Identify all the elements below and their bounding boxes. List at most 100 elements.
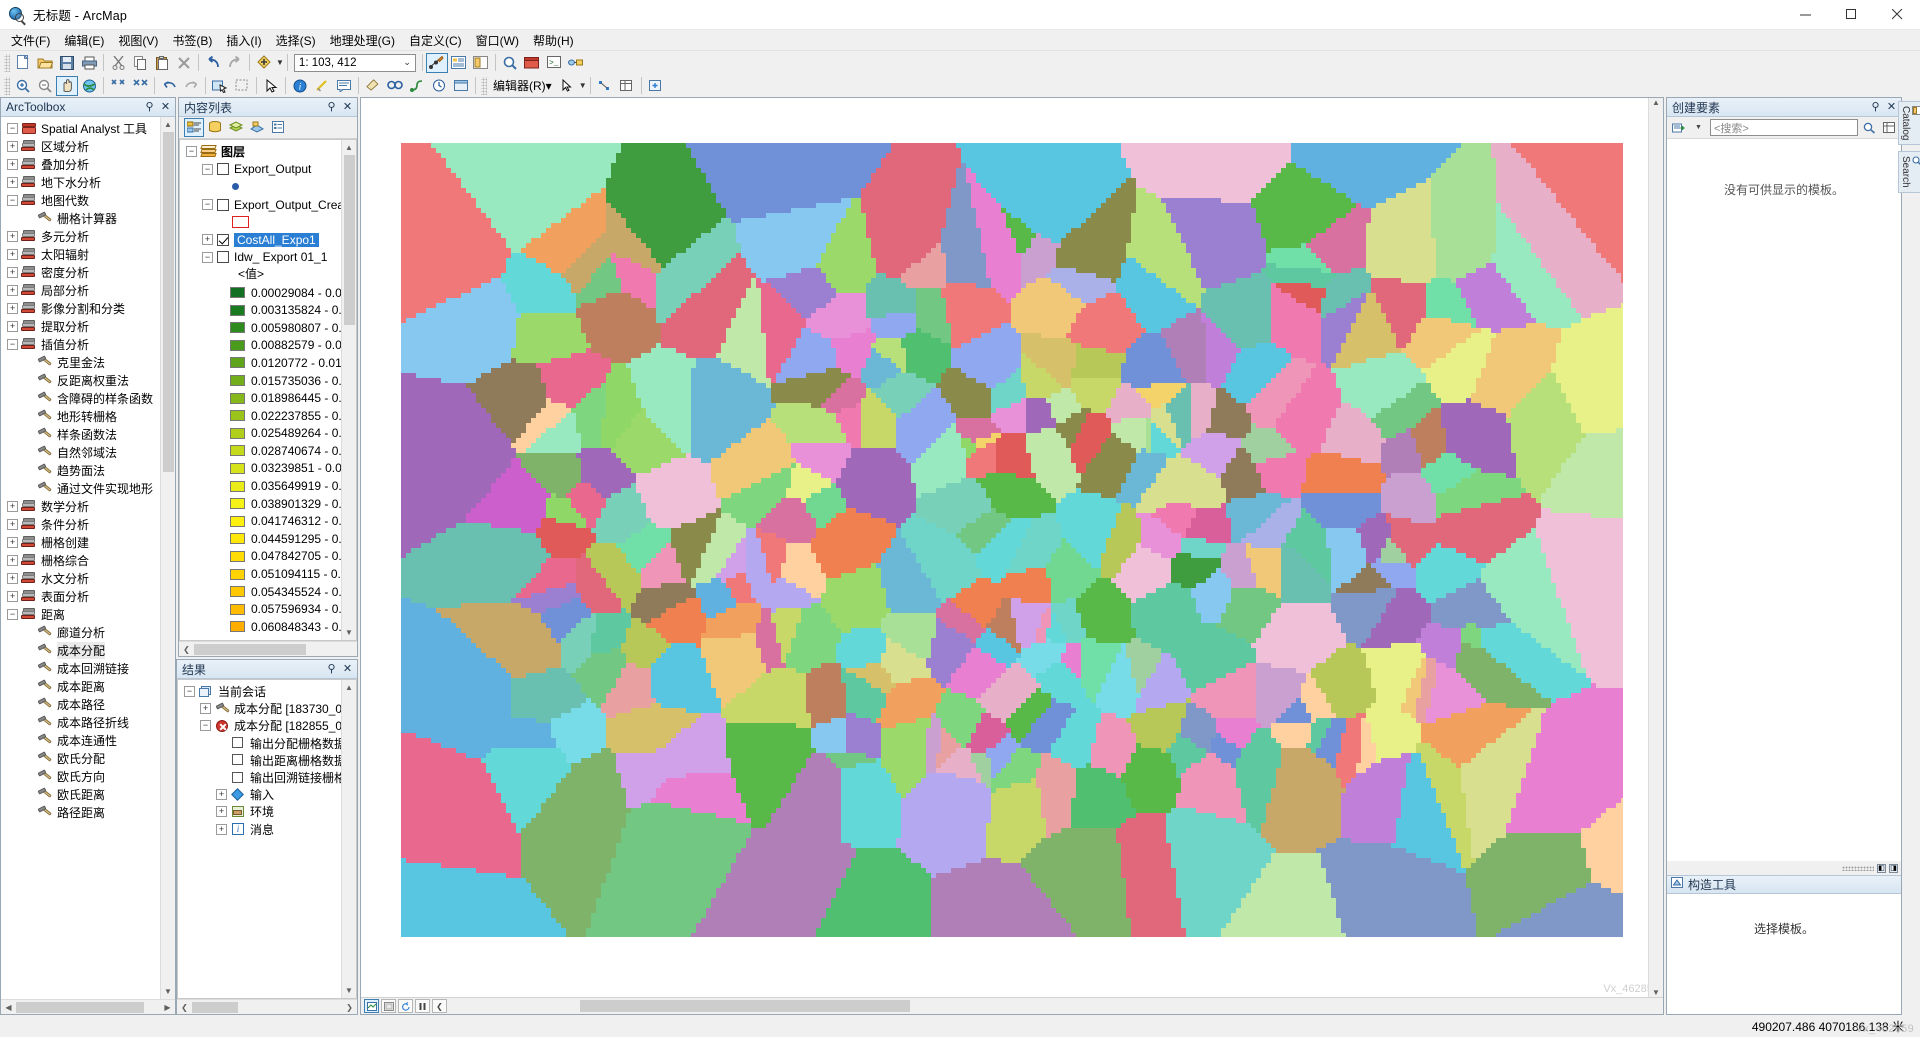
open-folder-icon[interactable] (34, 53, 56, 73)
legend-color-swatch[interactable] (230, 480, 245, 492)
legend-item[interactable]: 0.025489264 - 0.0 (180, 425, 341, 443)
toolbox-tree-item[interactable]: + 局部分析 (1, 281, 175, 299)
toolbox-tree-item[interactable]: 成本分配 (1, 641, 175, 659)
legend-item[interactable]: 0.047842705 - 0.0 (180, 548, 341, 566)
print-icon[interactable] (78, 53, 100, 73)
menu-geoprocessing[interactable]: 地理处理(G) (323, 30, 402, 51)
menu-insert[interactable]: 插入(I) (219, 30, 268, 51)
scroll-thumb[interactable] (192, 1001, 238, 1013)
scroll-up-icon[interactable]: ▲ (341, 140, 356, 155)
go-back-extent-icon[interactable] (158, 76, 180, 96)
toolbox-tree-item[interactable]: + 数学分析 (1, 497, 175, 515)
scroll-left-button[interactable]: ❮ (432, 999, 447, 1013)
edit-tool-icon[interactable] (556, 76, 578, 96)
search-icon[interactable] (499, 53, 521, 73)
toolbox-tree-item[interactable]: + 表面分析 (1, 587, 175, 605)
toc-layer-row[interactable]: − Export_Output_Creat (180, 196, 341, 214)
arctoolbox-vscrollbar[interactable]: ▲ ▼ (160, 117, 175, 999)
expand-icon[interactable]: + (7, 554, 18, 566)
expand-icon[interactable]: + (7, 284, 18, 296)
toolbox-tree-item[interactable]: + 提取分析 (1, 317, 175, 335)
legend-color-swatch[interactable] (230, 498, 245, 510)
collapse-icon[interactable]: − (7, 338, 18, 350)
chevron-down-icon[interactable]: ⌄ (403, 57, 411, 68)
select-elements-icon[interactable] (260, 76, 282, 96)
expand-icon[interactable]: + (202, 234, 213, 246)
close-button[interactable] (1874, 0, 1920, 30)
collapse-icon[interactable]: − (202, 163, 213, 175)
pan-icon[interactable] (56, 75, 78, 96)
editor-menu-button[interactable]: 编辑器(R)▾ (489, 77, 556, 94)
legend-color-swatch[interactable] (230, 410, 245, 422)
collapse-icon[interactable]: − (7, 608, 18, 620)
legend-color-swatch[interactable] (230, 392, 245, 404)
legend-color-swatch[interactable] (230, 339, 245, 351)
toolbox-tree-item[interactable]: 含障碍的样条函数 (1, 389, 175, 407)
legend-item[interactable]: 0.0120772 - 0.015 (180, 354, 341, 372)
layer-visibility-checkbox[interactable] (217, 198, 229, 211)
layer-visibility-checkbox[interactable] (217, 251, 229, 264)
model-builder-icon[interactable] (565, 53, 587, 73)
toc-root-row[interactable]: − 图层 (180, 143, 341, 161)
legend-item[interactable]: 0.057596934 - 0.0 (180, 600, 341, 618)
scroll-left-icon[interactable]: ❮ (177, 1000, 192, 1015)
expand-icon[interactable]: + (7, 158, 18, 170)
redo-icon[interactable] (224, 53, 246, 73)
expand-icon[interactable]: + (7, 518, 18, 530)
collapse-icon[interactable]: − (7, 122, 18, 134)
legend-color-swatch[interactable] (230, 621, 245, 633)
expand-icon[interactable]: + (7, 320, 18, 332)
toolbox-tree-item[interactable]: 成本连通性 (1, 731, 175, 749)
refresh-button[interactable] (398, 999, 413, 1013)
collapse-icon[interactable]: − (200, 720, 211, 732)
expand-icon[interactable]: + (216, 789, 227, 801)
toolbox-tree-item[interactable]: 廊道分析 (1, 623, 175, 641)
fixed-zoom-in-icon[interactable] (107, 76, 129, 96)
collapse-icon[interactable]: − (186, 146, 197, 158)
add-data-icon[interactable] (253, 53, 275, 73)
find-route-icon[interactable] (406, 76, 428, 96)
legend-item[interactable]: 0.038901329 - 0.0 (180, 495, 341, 513)
results-hscrollbar[interactable]: ❮ ❯ (177, 999, 357, 1014)
toolbox-tree-item[interactable]: − 距离 (1, 605, 175, 623)
search-input[interactable]: <搜索> (1710, 119, 1858, 136)
table-of-contents-icon[interactable] (448, 53, 470, 73)
legend-item[interactable]: 0.03239851 - 0.03 (180, 460, 341, 478)
html-popup-icon[interactable] (333, 76, 355, 96)
hyperlink-icon[interactable] (311, 76, 333, 96)
scroll-down-icon[interactable]: ▼ (341, 625, 356, 640)
layer-name[interactable]: Export_Output_Creat (234, 198, 341, 212)
legend-item[interactable]: 0.044591295 - 0.0 (180, 530, 341, 548)
toolbox-tree-item[interactable]: + 栅格创建 (1, 533, 175, 551)
toolbox-tree-item[interactable]: 欧氏距离 (1, 785, 175, 803)
legend-color-swatch[interactable] (230, 287, 245, 299)
layer-name[interactable]: Export_Output (234, 162, 311, 176)
pin-icon[interactable]: ⚲ (143, 101, 156, 114)
toolbox-tree-item[interactable]: 成本路径 (1, 695, 175, 713)
map-vscrollbar[interactable]: ▲ ▼ (1648, 98, 1663, 997)
results-tree-item[interactable]: 输出分配栅格数据: (178, 735, 341, 752)
toolbox-tree-item[interactable]: 成本距离 (1, 677, 175, 695)
expand-icon[interactable]: + (7, 572, 18, 584)
legend-color-swatch[interactable] (230, 462, 245, 474)
toolbox-tree-item[interactable]: + 水文分析 (1, 569, 175, 587)
time-slider-icon[interactable] (428, 76, 450, 96)
vtab-search[interactable]: Search (1898, 151, 1920, 194)
toolbox-tree-item[interactable]: 通过文件实现地形 (1, 479, 175, 497)
collapse-icon[interactable]: − (202, 199, 213, 211)
toc-layer-row[interactable]: − Export_Output (180, 161, 341, 179)
results-tree[interactable]: − 当前会话 + 成本分配 [183730_06 − 成本分配 [182855_06 输出分… (178, 680, 341, 998)
menu-help[interactable]: 帮助(H) (526, 30, 581, 51)
toolbox-tree-item[interactable]: 样条函数法 (1, 425, 175, 443)
measure-icon[interactable] (362, 76, 384, 96)
data-view-button[interactable] (364, 999, 379, 1013)
cut-icon[interactable] (107, 53, 129, 73)
legend-color-swatch[interactable] (230, 445, 245, 457)
layer-name[interactable]: CostAll_Expo1 (234, 232, 319, 247)
minimize-button[interactable] (1782, 0, 1828, 30)
close-icon[interactable]: ✕ (159, 101, 172, 114)
scroll-thumb[interactable] (343, 155, 355, 325)
toolbox-tree-item[interactable]: + 地下水分析 (1, 173, 175, 191)
legend-item[interactable]: 0.041746312 - 0.0 (180, 512, 341, 530)
toolbox-tree-item[interactable]: 趋势面法 (1, 461, 175, 479)
